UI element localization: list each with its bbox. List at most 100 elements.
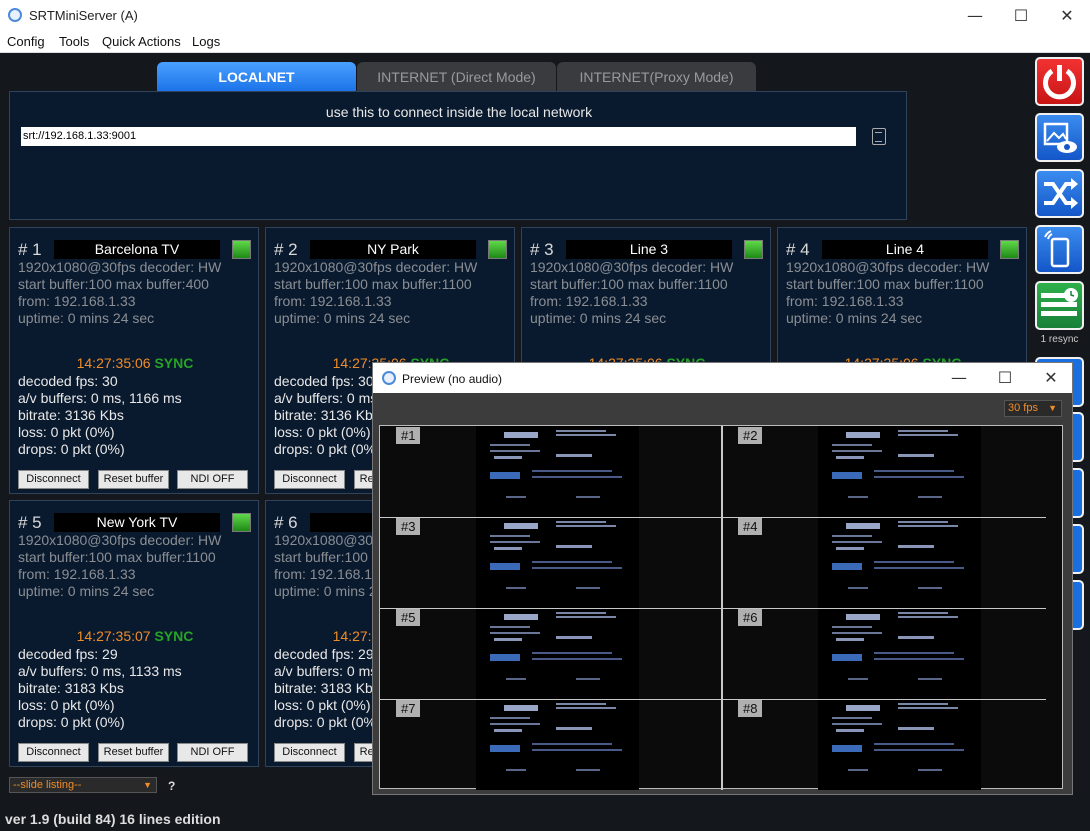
- stream-source: from: 192.168.1.33: [274, 293, 392, 309]
- bitrate: bitrate: 3183 Kbs: [18, 680, 124, 696]
- stream-number: # 6: [274, 513, 298, 532]
- stream-resolution: 1920x1080@30fps decoder: HW: [274, 259, 478, 275]
- preview-window: Preview (no audio) — ☐ ✕ 30 fps ▼ #1 #2 #3 #…: [372, 362, 1073, 795]
- mobile-button[interactable]: [1035, 225, 1084, 274]
- stream-uptime: uptime: 0 mins 24 sec: [786, 310, 923, 326]
- preview-cell-label: #5: [396, 609, 421, 626]
- preview-cell[interactable]: #2: [722, 426, 1064, 517]
- disconnect-button[interactable]: Disconnect: [274, 743, 345, 762]
- stream-name[interactable]: Barcelona TV: [54, 240, 220, 259]
- stream-name[interactable]: NY Park: [310, 240, 476, 259]
- stream-buffer: start buffer:100 max buffer:1100: [786, 276, 984, 292]
- stream-buffer: start buffer:100 max buffer:1100: [274, 276, 472, 292]
- ndi-toggle-button[interactable]: NDI OFF: [177, 470, 248, 489]
- preview-cell[interactable]: #1: [380, 426, 722, 517]
- stream-resolution: 1920x1080@30fps decoder: HW: [18, 532, 222, 548]
- video-thumbnail: [818, 517, 981, 608]
- packet-loss: loss: 0 pkt (0%): [274, 424, 371, 440]
- video-thumbnail: [476, 608, 639, 699]
- stream-number: # 1: [18, 240, 42, 259]
- mobile-signal-icon: [1044, 230, 1070, 268]
- stream-resolution: 1920x1080@30fps decoder: HW: [18, 259, 222, 275]
- stream-name[interactable]: New York TV: [54, 513, 220, 532]
- bitrate: bitrate: 3136 Kbs: [18, 407, 124, 423]
- menu-logs[interactable]: Logs: [192, 34, 220, 49]
- preview-minimize-button[interactable]: —: [936, 363, 982, 393]
- image-eye-icon: [1043, 122, 1077, 153]
- menu-bar: Config Tools Quick Actions Logs: [0, 31, 1090, 53]
- status-led: [1000, 240, 1019, 259]
- stream-card: # 1 Barcelona TV 1920x1080@30fps decoder: …: [9, 227, 259, 494]
- preview-cell[interactable]: #7: [380, 699, 722, 790]
- video-thumbnail: [476, 426, 639, 517]
- disconnect-button[interactable]: Disconnect: [274, 470, 345, 489]
- video-thumbnail: [476, 699, 639, 790]
- stream-source: from: 192.168.1.33: [530, 293, 648, 309]
- timecode-value: 14:27:35:06: [76, 355, 151, 371]
- packet-drops: drops: 0 pkt (0%): [274, 714, 381, 730]
- preview-maximize-button[interactable]: ☐: [982, 363, 1028, 393]
- video-thumbnail: [476, 517, 639, 608]
- connection-panel: use this to connect inside the local net…: [9, 91, 907, 220]
- stream-name[interactable]: Line 4: [822, 240, 988, 259]
- app-icon: [8, 8, 22, 22]
- sync-status: SYNC: [154, 628, 194, 644]
- preview-cell[interactable]: #3: [380, 517, 722, 608]
- minimize-button[interactable]: —: [952, 0, 998, 31]
- disconnect-button[interactable]: Disconnect: [18, 470, 89, 489]
- menu-quick-actions[interactable]: Quick Actions: [102, 34, 181, 49]
- disconnect-button[interactable]: Disconnect: [18, 743, 89, 762]
- copy-icon[interactable]: [872, 128, 886, 145]
- preview-grid: #1 #2 #3 #4 #5 #6 #7 #8: [379, 425, 1064, 790]
- preview-cell[interactable]: #8: [722, 699, 1064, 790]
- stream-uptime: uptime: 0 mins 24 sec: [274, 310, 411, 326]
- packet-drops: drops: 0 pkt (0%): [18, 714, 125, 730]
- stream-card: # 5 New York TV 1920x1080@30fps decoder: H…: [9, 500, 259, 767]
- stream-uptime: uptime: 0 mins 24 sec: [18, 583, 155, 599]
- preview-cell[interactable]: #5: [380, 608, 722, 699]
- maximize-button[interactable]: ☐: [998, 0, 1044, 31]
- video-thumbnail: [818, 426, 981, 517]
- resync-button[interactable]: [1035, 281, 1084, 330]
- preview-title: Preview (no audio): [402, 372, 503, 386]
- reset-buffer-button[interactable]: Reset buffer: [98, 470, 169, 489]
- menu-config[interactable]: Config: [7, 34, 45, 49]
- stream-name[interactable]: Line 3: [566, 240, 732, 259]
- stream-buffer: start buffer:100 max buffer:1100: [18, 549, 216, 565]
- reset-buffer-button[interactable]: Reset buffer: [98, 743, 169, 762]
- slide-listing-value: --slide listing--: [13, 779, 82, 791]
- tab-localnet[interactable]: LOCALNET: [157, 62, 356, 92]
- connection-hint: use this to connect inside the local net…: [325, 104, 593, 120]
- stream-uptime: uptime: 0 mins 24 sec: [530, 310, 667, 326]
- ndi-toggle-button[interactable]: NDI OFF: [177, 743, 248, 762]
- status-led: [232, 240, 251, 259]
- menu-tools[interactable]: Tools: [59, 34, 89, 49]
- stream-resolution: 1920x1080@30fps decoder: HW: [786, 259, 990, 275]
- packet-loss: loss: 0 pkt (0%): [274, 697, 371, 713]
- preview-cell[interactable]: #6: [722, 608, 1064, 699]
- shuffle-button[interactable]: [1035, 169, 1084, 218]
- srt-url-field[interactable]: srt://192.168.1.33:9001: [21, 127, 856, 146]
- preview-cell[interactable]: #4: [722, 517, 1064, 608]
- status-led: [744, 240, 763, 259]
- preview-button[interactable]: [1035, 113, 1084, 162]
- close-button[interactable]: ✕: [1044, 0, 1090, 31]
- timecode-value: 14:27:35:07: [76, 628, 151, 644]
- tab-internet-direct[interactable]: INTERNET (Direct Mode): [357, 62, 556, 92]
- power-button[interactable]: [1035, 57, 1084, 106]
- shuffle-icon: [1044, 178, 1078, 209]
- chevron-down-icon: ▼: [143, 780, 152, 790]
- tab-internet-proxy[interactable]: INTERNET(Proxy Mode): [557, 62, 756, 92]
- fps-select[interactable]: 30 fps ▼: [1004, 400, 1062, 417]
- slide-listing-select[interactable]: --slide listing-- ▼: [9, 777, 157, 793]
- decoded-fps: decoded fps: 30: [274, 373, 374, 389]
- preview-cell-label: #4: [738, 518, 763, 535]
- help-icon[interactable]: ?: [168, 779, 175, 793]
- stream-number: # 3: [530, 240, 554, 259]
- preview-cell-label: #3: [396, 518, 421, 535]
- stream-buffer: start buffer:100 max buffer:400: [18, 276, 209, 292]
- clock-lines-icon: [1041, 288, 1078, 316]
- preview-close-button[interactable]: ✕: [1028, 363, 1074, 393]
- timecode: 14:27:35:06 SYNC: [10, 355, 260, 371]
- chevron-down-icon: ▼: [1048, 403, 1057, 413]
